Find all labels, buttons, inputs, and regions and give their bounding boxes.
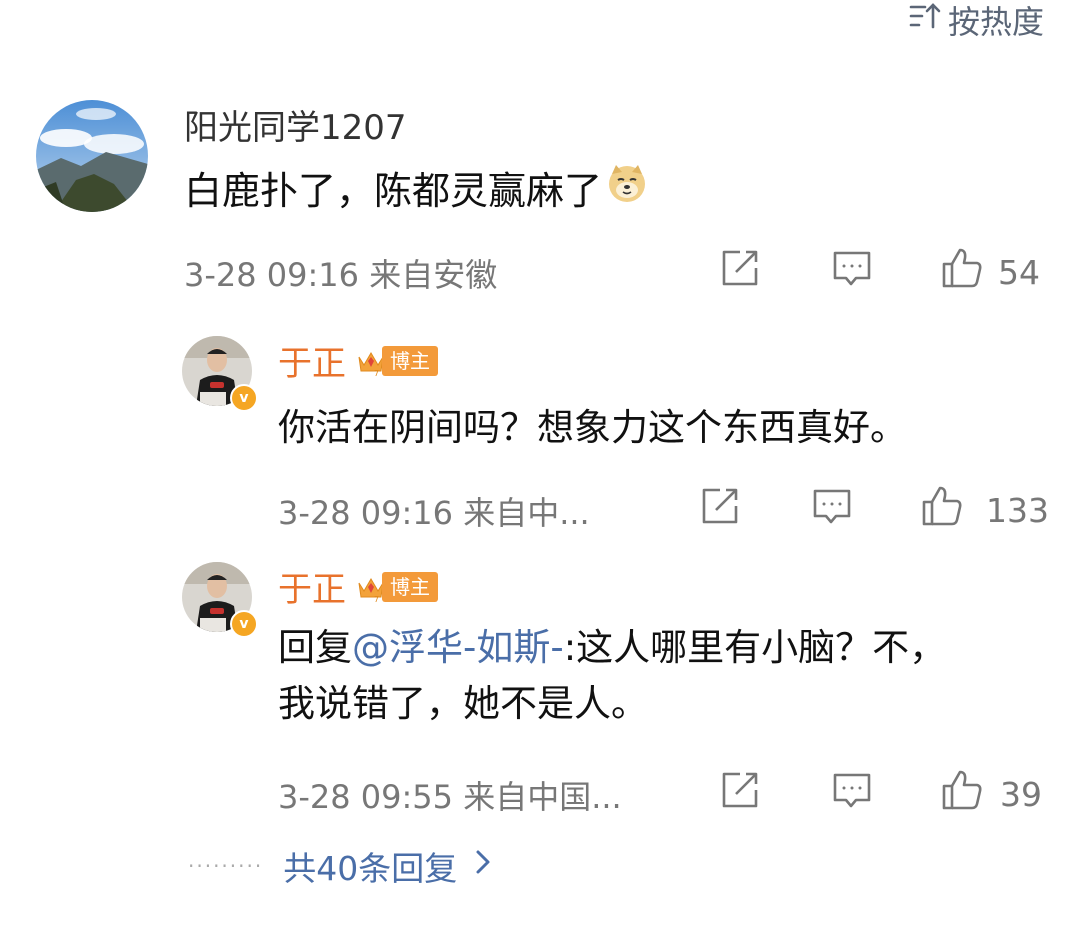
blogger-badge: 7 博主 <box>356 345 438 377</box>
verified-badge-icon: v <box>230 384 258 412</box>
reply-meta: 3-28 09:16 来自中... <box>278 494 590 532</box>
comment-button[interactable] <box>830 246 874 298</box>
like-count: 133 <box>986 490 1049 530</box>
like-count: 54 <box>998 252 1040 292</box>
reply-meta: 3-28 09:55 来自中国... <box>278 778 622 816</box>
reply-prefix: 回复 <box>278 626 352 669</box>
reply-username-row: 于正 7 博主 <box>278 562 438 611</box>
doge-emoji-icon <box>606 162 648 213</box>
sort-by-hot-button[interactable]: 按热度 <box>908 0 1044 41</box>
blogger-badge-label: 博主 <box>382 345 438 376</box>
reply-avatar-wrap[interactable]: v <box>182 562 258 638</box>
reply-username-row: 于正 7 博主 <box>278 336 438 385</box>
thumbs-up-icon <box>920 484 964 536</box>
mention-link[interactable]: @浮华-如斯- <box>352 626 564 669</box>
comment-icon <box>830 768 874 820</box>
sort-icon <box>908 0 942 41</box>
like-button[interactable]: 54 <box>940 246 1040 298</box>
comment-username[interactable]: 阳光同学1207 <box>184 100 407 149</box>
chevron-right-icon <box>473 848 493 884</box>
share-icon <box>698 484 742 536</box>
comment-icon <box>810 484 854 536</box>
reply-text-line1: :这人哪里有小脑？不， <box>563 626 947 669</box>
comment-text: 白鹿扑了，陈都灵赢麻了 <box>184 169 603 213</box>
reply-text-line2: 我说错了，她不是人。 <box>278 682 648 725</box>
avatar[interactable] <box>36 100 148 212</box>
share-button[interactable] <box>698 484 742 536</box>
share-icon <box>718 768 762 820</box>
like-button[interactable]: 39 <box>940 768 1042 820</box>
reply-avatar-wrap[interactable]: v <box>182 336 258 412</box>
blogger-badge: 7 博主 <box>356 571 438 603</box>
more-replies-label[interactable]: 共40条回复 <box>283 842 457 890</box>
comment-button[interactable] <box>810 484 854 536</box>
share-icon <box>718 246 762 298</box>
blogger-badge-label: 博主 <box>382 571 438 602</box>
comment-meta: 3-28 09:16 来自安徽 <box>184 256 498 294</box>
reply-username[interactable]: 于正 <box>278 336 346 385</box>
svg-text:7: 7 <box>374 369 379 377</box>
comment-button[interactable] <box>830 768 874 820</box>
comment-icon <box>830 246 874 298</box>
verified-badge-icon: v <box>230 610 258 638</box>
like-button[interactable]: 133 <box>920 484 1049 536</box>
thumbs-up-icon <box>940 768 984 820</box>
svg-text:7: 7 <box>374 595 379 603</box>
like-count: 39 <box>1000 774 1042 814</box>
dotted-separator: ········· <box>188 854 264 878</box>
share-button[interactable] <box>718 246 762 298</box>
reply-text: 回复@浮华-如斯-:这人哪里有小脑？不， 我说错了，她不是人。 <box>278 620 1058 732</box>
reply-username[interactable]: 于正 <box>278 562 346 611</box>
comment-text-row: 白鹿扑了，陈都灵赢麻了 <box>184 160 648 215</box>
share-button[interactable] <box>718 768 762 820</box>
thumbs-up-icon <box>940 246 984 298</box>
sort-label: 按热度 <box>947 3 1044 41</box>
view-more-replies[interactable]: ········· 共40条回复 <box>188 842 493 890</box>
reply-text: 你活在阴间吗？想象力这个东西真好。 <box>278 406 907 449</box>
